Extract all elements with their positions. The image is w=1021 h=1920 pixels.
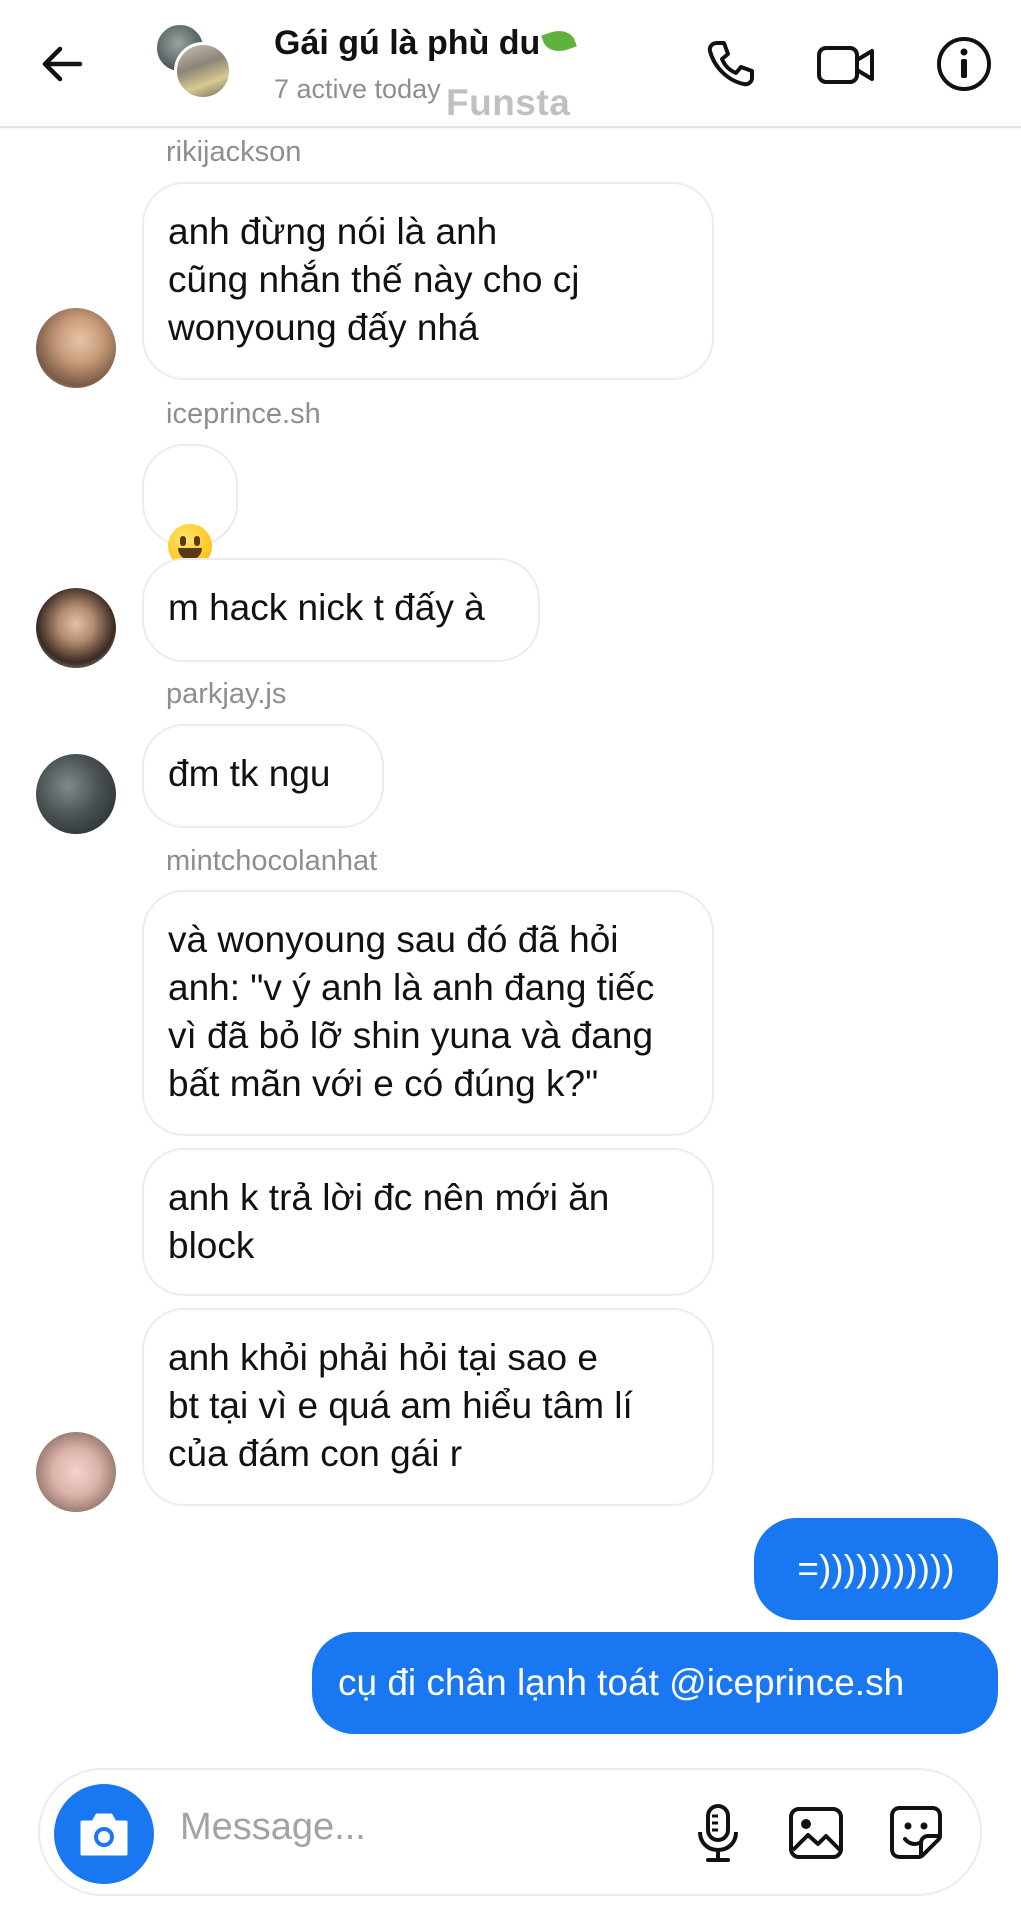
back-arrow-icon[interactable]	[36, 38, 88, 90]
message-bubble[interactable]	[142, 444, 238, 569]
microphone-icon[interactable]	[688, 1802, 748, 1864]
sender-name: mintchocolanhat	[166, 845, 378, 877]
watermark: Funsta	[446, 82, 571, 123]
message-bubble[interactable]: và wonyoung sau đó đã hỏi anh: "v ý anh …	[142, 890, 714, 1136]
message-bubble[interactable]: m hack nick t đấy à	[142, 558, 540, 662]
message-bubble[interactable]: anh k trả lời đc nên mới ăn block	[142, 1148, 714, 1296]
video-camera-icon[interactable]	[816, 34, 876, 94]
avatar[interactable]	[36, 754, 116, 834]
sender-name: rikijackson	[166, 136, 302, 168]
camera-button[interactable]	[54, 1784, 154, 1884]
info-icon[interactable]	[934, 34, 994, 94]
leaf-emoji-icon	[541, 25, 578, 57]
sender-name: iceprince.sh	[166, 398, 321, 430]
group-avatar-image-2	[174, 42, 232, 100]
avatar[interactable]	[36, 588, 116, 668]
message-bubble[interactable]: anh đừng nói là anh cũng nhắn thế này ch…	[142, 182, 714, 380]
message-bubble[interactable]: anh khỏi phải hỏi tại sao e bt tại vì e …	[142, 1308, 714, 1506]
chat-title[interactable]: Gái gú là phù du	[274, 24, 578, 63]
chat-title-text: Gái gú là phù du	[274, 24, 541, 62]
message-composer: Message...	[38, 1768, 982, 1896]
message-bubble[interactable]: đm tk ngu	[142, 724, 384, 828]
avatar[interactable]	[36, 1432, 116, 1512]
sticker-icon[interactable]	[886, 1802, 946, 1864]
avatar[interactable]	[36, 308, 116, 388]
group-avatar[interactable]	[154, 22, 232, 102]
outgoing-message-bubble[interactable]: cụ đi chân lạnh toát @iceprince.sh	[312, 1632, 998, 1734]
camera-icon	[80, 1813, 128, 1856]
sender-name: parkjay.js	[166, 678, 287, 710]
outgoing-message-bubble[interactable]: =)))))))))))	[754, 1518, 998, 1620]
chat-header: Gái gú là phù du 7 active today Funsta	[0, 0, 1021, 128]
phone-icon[interactable]	[700, 34, 760, 94]
gallery-icon[interactable]	[786, 1802, 846, 1864]
message-input[interactable]: Message...	[180, 1806, 366, 1849]
active-status: 7 active today	[274, 74, 441, 104]
